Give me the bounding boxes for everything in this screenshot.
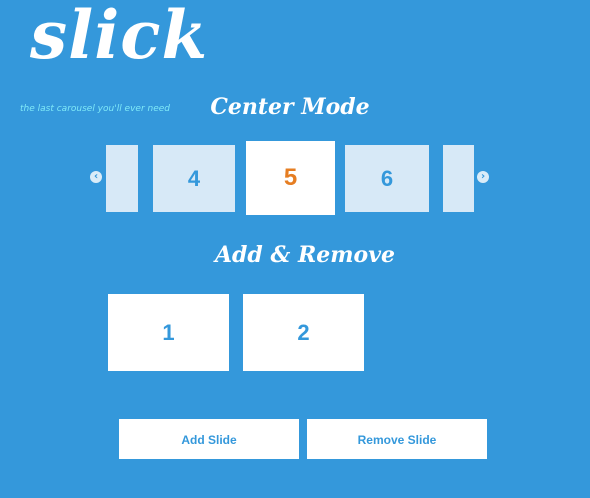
add-remove-slide[interactable]: 1 (108, 294, 229, 371)
center-mode-title: Center Mode (210, 94, 370, 120)
add-remove-title: Add & Remove (214, 242, 396, 268)
slide-number: 4 (187, 166, 201, 191)
carousel-slide-partial-left (106, 145, 138, 212)
next-arrow-icon[interactable]: › (477, 171, 489, 183)
slide-number: 2 (297, 320, 310, 345)
slide-number: 6 (380, 166, 394, 191)
prev-arrow-icon[interactable]: ‹ (90, 171, 102, 183)
slide-number: 1 (162, 320, 175, 345)
add-remove-slide[interactable]: 2 (243, 294, 364, 371)
add-slide-button[interactable]: Add Slide (119, 419, 299, 459)
carousel-slide[interactable]: 4 (153, 145, 235, 212)
tagline: the last carousel you'll ever need (20, 104, 171, 114)
carousel-slide[interactable]: 6 (345, 145, 429, 212)
carousel-slide-partial-right (443, 145, 474, 212)
carousel-slide-active[interactable]: 5 (246, 141, 335, 215)
slide-number: 5 (283, 164, 298, 191)
slick-logo: slick (30, 0, 209, 74)
remove-slide-button[interactable]: Remove Slide (307, 419, 487, 459)
